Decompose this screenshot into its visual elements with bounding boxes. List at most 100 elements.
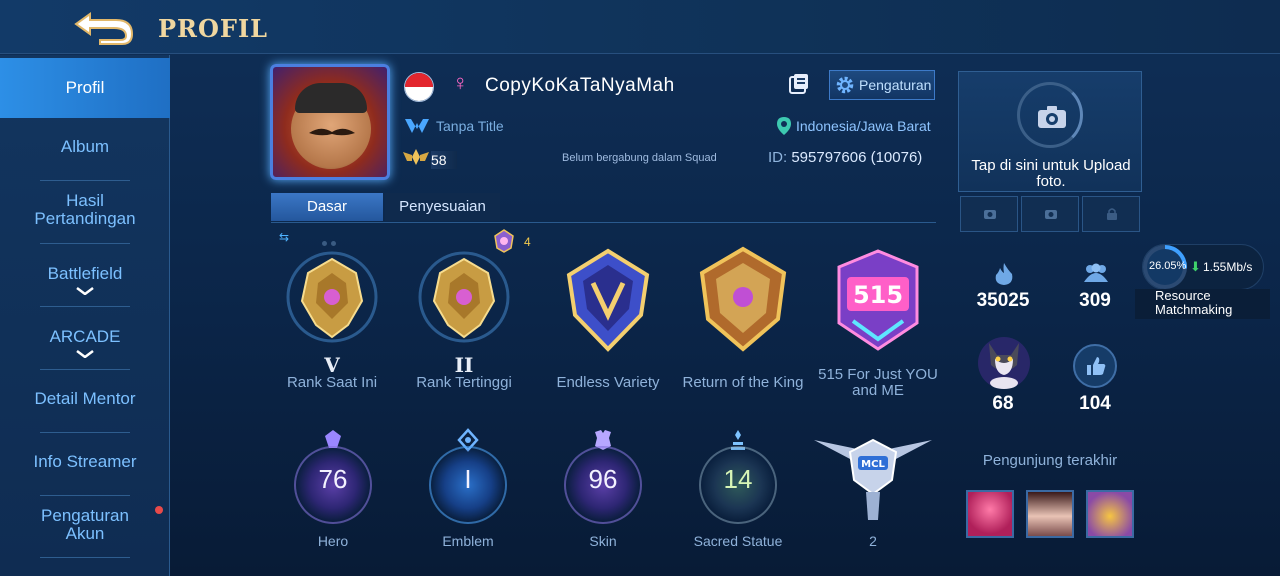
sidebar-item-pengaturan-akun[interactable]: Pengaturan Akun bbox=[0, 507, 170, 543]
emblem-stat[interactable]: I bbox=[423, 428, 513, 524]
level-wings-icon bbox=[402, 147, 430, 172]
mythic-rank-icon bbox=[286, 251, 378, 343]
sidebar-divider bbox=[40, 306, 130, 307]
camera-icon bbox=[1045, 210, 1057, 219]
sidebar-divider bbox=[40, 369, 130, 370]
resource-label: Resource bbox=[1155, 288, 1211, 303]
location-text: Indonesia/Jawa Barat bbox=[796, 118, 931, 134]
history-button[interactable] bbox=[787, 72, 811, 96]
sidebar-item-album[interactable]: Album bbox=[0, 138, 170, 156]
hero-label: Hero bbox=[317, 533, 349, 549]
like-button[interactable] bbox=[1073, 344, 1117, 388]
515-event-icon: 515 bbox=[837, 249, 919, 351]
hero-stat[interactable]: 76 bbox=[288, 428, 378, 524]
svg-text:515: 515 bbox=[853, 281, 903, 309]
sidebar-item-info-streamer[interactable]: Info Streamer bbox=[0, 453, 170, 471]
visitor-avatar-2[interactable] bbox=[1026, 490, 1074, 538]
return-of-the-king-emblem[interactable] bbox=[678, 245, 808, 355]
friends-value: 309 bbox=[1079, 290, 1111, 311]
sidebar-item-battlefield[interactable]: Battlefield bbox=[0, 265, 170, 295]
emblem-value: I bbox=[464, 464, 472, 494]
avatar[interactable] bbox=[270, 64, 390, 180]
upload-photo-box[interactable]: Tap di sini untuk Upload foto. bbox=[958, 71, 1142, 192]
sidebar-item-profil[interactable]: Profil bbox=[0, 58, 170, 118]
gear-icon bbox=[836, 76, 854, 94]
camera-icon bbox=[1038, 106, 1066, 128]
tab-underline bbox=[271, 222, 936, 223]
sidebar-item-label: Hasil Pertandingan bbox=[34, 191, 136, 228]
skin-stat[interactable]: 96 bbox=[558, 428, 648, 524]
emblem-label: Emblem bbox=[442, 533, 494, 549]
popularity-flame-icon bbox=[995, 263, 1013, 285]
thumbs-up-icon bbox=[1087, 357, 1106, 375]
id-value: 595797606 (10076) bbox=[791, 149, 923, 166]
id-label: ID: bbox=[768, 149, 788, 166]
download-arrow-icon: ⬇ bbox=[1190, 259, 1201, 274]
mcl-count: 2 bbox=[869, 533, 877, 549]
swap-icon[interactable]: ⇆ bbox=[279, 230, 289, 244]
515-label: 515 For Just YOU and ME bbox=[818, 366, 938, 399]
pet-cat-icon bbox=[978, 337, 1030, 389]
sidebar-item-label: Info Streamer bbox=[33, 452, 137, 471]
photo-slot-3[interactable] bbox=[1082, 196, 1140, 232]
popularity-value: 35025 bbox=[976, 290, 1030, 311]
sidebar-item-detail-mentor[interactable]: Detail Mentor bbox=[0, 390, 170, 408]
return-of-the-king-label: Return of the King bbox=[682, 374, 804, 391]
sacred-statue-stat[interactable]: 14 bbox=[693, 428, 783, 524]
sidebar-item-label: ARCADE bbox=[49, 327, 121, 346]
visitor-avatar-1[interactable] bbox=[966, 490, 1014, 538]
mcl-trophy-icon: MCL bbox=[814, 438, 932, 520]
recent-visitors-title: Pengunjung terakhir bbox=[982, 452, 1118, 469]
sidebar-divider bbox=[40, 180, 130, 181]
rank-current-label: Rank Saat Ini bbox=[286, 374, 378, 391]
photo-slot-1[interactable] bbox=[960, 196, 1018, 232]
settings-label: Pengaturan bbox=[859, 77, 932, 93]
flag-indonesia-icon bbox=[404, 72, 434, 102]
sidebar-item-label: Detail Mentor bbox=[34, 389, 136, 408]
skin-count: 96 bbox=[588, 464, 618, 494]
sidebar-item-label: Battlefield bbox=[47, 264, 123, 283]
pet-value: 68 bbox=[992, 393, 1014, 414]
skin-label: Skin bbox=[589, 533, 617, 549]
page-dots bbox=[322, 233, 342, 246]
sidebar-divider bbox=[40, 495, 130, 496]
location-pin-icon bbox=[776, 116, 792, 136]
sacred-statue-label: Sacred Statue bbox=[693, 533, 783, 549]
upload-text: Tap di sini untuk Upload foto. bbox=[971, 157, 1131, 190]
sidebar: Profil Album Hasil Pertandingan Battlefi… bbox=[0, 55, 170, 576]
tab-penyesuaian[interactable]: Penyesuaian bbox=[385, 193, 500, 221]
back-button[interactable] bbox=[70, 6, 138, 46]
player-level: 58 bbox=[431, 151, 457, 169]
camera-icon bbox=[984, 210, 996, 219]
hero-count: 76 bbox=[318, 464, 348, 494]
mythic-rank-icon bbox=[418, 251, 510, 343]
pet-avatar[interactable] bbox=[975, 333, 1033, 391]
515-emblem[interactable]: 515 bbox=[813, 245, 943, 355]
network-speed: 1.55Mb/s bbox=[1203, 260, 1253, 274]
back-arrow-icon bbox=[74, 12, 134, 45]
friends-icon bbox=[1084, 263, 1108, 282]
tab-dasar[interactable]: Dasar bbox=[271, 193, 383, 221]
photo-slot-2[interactable] bbox=[1021, 196, 1079, 232]
chevron-down-icon bbox=[76, 350, 94, 358]
username: CopyKoKaTaNyaMah bbox=[485, 75, 675, 96]
sidebar-item-arcade[interactable]: ARCADE bbox=[0, 328, 170, 358]
resource-matchmaking: Resource Matchmaking bbox=[1135, 289, 1270, 319]
matchmaking-label: Matchmaking bbox=[1155, 302, 1233, 317]
rank-current-emblem[interactable] bbox=[270, 245, 400, 355]
mcl-badge[interactable]: MCL bbox=[812, 430, 934, 530]
settings-button[interactable]: Pengaturan bbox=[829, 70, 935, 100]
chevron-down-icon bbox=[76, 287, 94, 295]
sidebar-item-label: Profil bbox=[65, 78, 105, 97]
lock-icon bbox=[1107, 208, 1117, 220]
title-icon bbox=[404, 115, 430, 140]
endless-variety-icon bbox=[566, 248, 650, 352]
return-of-the-king-icon bbox=[699, 246, 787, 352]
sidebar-item-hasil-pertandingan[interactable]: Hasil Pertandingan bbox=[0, 192, 170, 228]
network-widget: 26.05% ⬇ 1.55Mb/s bbox=[1142, 244, 1264, 290]
endless-variety-emblem[interactable] bbox=[543, 245, 673, 355]
rank-highest-emblem[interactable] bbox=[402, 245, 532, 355]
endless-variety-label: Endless Variety bbox=[556, 374, 660, 391]
visitor-avatar-3[interactable] bbox=[1086, 490, 1134, 538]
document-icon bbox=[789, 74, 808, 94]
